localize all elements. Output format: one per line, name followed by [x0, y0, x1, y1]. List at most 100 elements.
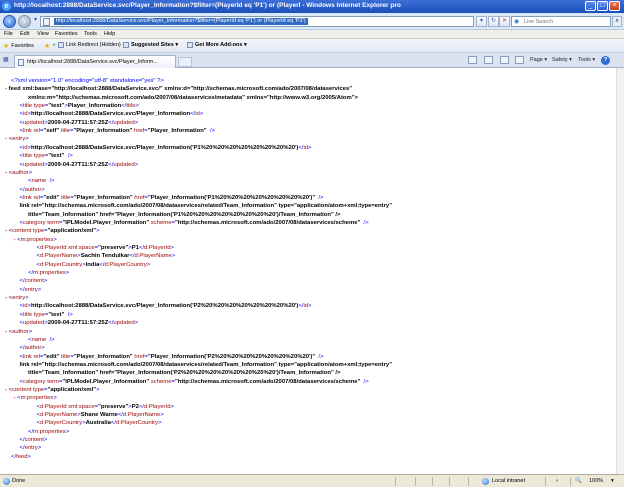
new-tab-button[interactable]	[178, 57, 192, 67]
page-icon	[43, 18, 50, 26]
xml-line: </content>	[19, 278, 48, 285]
stop-button[interactable]: ✕	[499, 16, 510, 27]
safety-menu-button[interactable]: Safety ▾	[552, 57, 572, 63]
favorites-star-icon: ★	[3, 43, 10, 50]
home-icon[interactable]	[468, 56, 477, 64]
back-button[interactable]: ‹	[3, 15, 16, 28]
xml-line: <link rel="edit" title="Player_Informati…	[19, 353, 324, 360]
quick-tabs-icon[interactable]: ▦	[3, 56, 12, 63]
xml-line: </author>	[19, 186, 45, 193]
xml-collapsible-line[interactable]: - <m:properties>	[14, 395, 57, 402]
menu-tools[interactable]: Tools	[84, 31, 97, 37]
search-input[interactable]	[524, 18, 606, 26]
xml-collapsible-line[interactable]: - <entry>	[5, 136, 29, 143]
tab-active[interactable]: http://localhost:2888/DataService.svc/Pl…	[14, 55, 176, 68]
address-url[interactable]: http://localhost:2888/DataService.svc/Pl…	[54, 18, 308, 25]
xml-collapsible-line[interactable]: - <m:properties>	[14, 237, 57, 244]
xml-line: <id>http://localhost:2888/DataService.sv…	[19, 303, 312, 310]
suggested-sites-button[interactable]: Suggested Sites ▾	[123, 42, 178, 48]
xml-line: <category term="IPLModel.Player_Informat…	[19, 219, 369, 226]
close-button[interactable]: ×	[609, 1, 620, 11]
xml-line: title="Team_Information" href="Player_In…	[28, 211, 341, 218]
maximize-button[interactable]: □	[597, 1, 608, 11]
tab-row: ▦ http://localhost:2888/DataService.svc/…	[0, 53, 624, 68]
menu-edit[interactable]: Edit	[20, 31, 29, 37]
favorite-link-redirect-label: Link Redirect (Hidden)	[66, 42, 121, 48]
addons-icon	[187, 42, 193, 48]
menu-file[interactable]: File	[4, 31, 13, 37]
xml-line: <name />	[28, 336, 55, 343]
tools-menu-button[interactable]: Tools ▾	[578, 57, 595, 63]
internet-explorer-icon: e	[2, 2, 11, 11]
xml-collapsible-line[interactable]: - <entry>	[5, 295, 29, 302]
minimize-button[interactable]: _	[585, 1, 596, 11]
link-page-icon	[58, 42, 64, 48]
xml-line: <d:PlayerId xml:space="preserve">P1</d:P…	[36, 245, 175, 251]
refresh-button[interactable]: ↻	[488, 16, 499, 27]
favorite-link-redirect[interactable]: Link Redirect (Hidden)	[58, 42, 121, 48]
local-intranet-globe-icon	[482, 478, 489, 485]
suggested-sites-icon	[123, 42, 129, 48]
xml-line: <link rel="edit" title="Player_Informati…	[19, 194, 324, 201]
protected-mode-icon: ◐	[556, 478, 560, 484]
get-more-addons-label: Get More Add-ons ▾	[195, 42, 247, 48]
menu-help[interactable]: Help	[104, 31, 115, 37]
xml-line: </feed>	[11, 453, 31, 460]
xml-line: <?xml version="1.0" encoding="utf-8" sta…	[11, 78, 164, 84]
xml-line: <d:PlayerCountry>Australia</d:PlayerCoun…	[36, 420, 162, 427]
xml-line: <d:PlayerId xml:space="preserve">P2</d:P…	[36, 403, 175, 410]
vertical-scrollbar[interactable]	[616, 68, 624, 474]
xml-collapsible-line[interactable]: - feed xml:base="http://localhost:2888/D…	[5, 86, 352, 93]
recent-pages-dropdown[interactable]: ▾	[32, 16, 39, 27]
xml-collapsible-line[interactable]: - <content type="application/xml">	[5, 387, 100, 394]
xml-line: </content>	[19, 437, 48, 444]
xml-line: <d:PlayerCountry>India</d:PlayerCountry>	[36, 261, 151, 268]
tab-page-icon	[18, 59, 24, 66]
status-text: Done	[12, 478, 26, 484]
zoom-dropdown-icon[interactable]: ▾	[611, 478, 614, 484]
status-separator	[468, 477, 469, 486]
read-mail-icon[interactable]	[500, 56, 509, 64]
print-icon[interactable]	[515, 56, 524, 64]
xml-document-view: <?xml version="1.0" encoding="utf-8" sta…	[0, 68, 624, 474]
xml-collapsible-line[interactable]: - <content type="application/xml">	[5, 228, 100, 235]
page-menu-button[interactable]: Page ▾	[530, 57, 547, 63]
menu-bar: File Edit View Favorites Tools Help	[0, 30, 624, 39]
status-separator	[545, 477, 546, 486]
xml-line: <title type="text">Player_Information</t…	[19, 103, 139, 110]
xml-line: </m:properties>	[28, 270, 70, 277]
address-dropdown-button[interactable]: ▾	[476, 16, 487, 27]
zoom-icon: 🔍	[575, 478, 582, 484]
help-icon[interactable]: ?	[601, 56, 610, 65]
menu-view[interactable]: View	[37, 31, 49, 37]
get-more-addons-button[interactable]: Get More Add-ons ▾	[187, 42, 247, 48]
favorites-label: Favorites	[11, 43, 34, 49]
search-icon[interactable]: ⌕	[612, 16, 622, 27]
favorites-button[interactable]: ★ Favorites	[3, 42, 34, 50]
xml-line: link rel="http://schemas.microsoft.com/a…	[19, 361, 392, 368]
add-favorite-star-icon: ★	[44, 43, 51, 50]
xml-line: </entry>	[19, 445, 42, 452]
add-favorites-button[interactable]: ★ +	[44, 42, 56, 50]
status-bar: Done Local intranet ◐ 🔍 100% ▾	[0, 474, 624, 487]
xml-line: <updated>2009-04-27T11:57:25Z</updated>	[19, 119, 139, 126]
xml-collapsible-line[interactable]: - <author>	[5, 329, 32, 336]
security-zone[interactable]: Local intranet	[492, 478, 525, 484]
status-separator	[395, 477, 396, 486]
navigation-bar: ‹ › ▾ http://localhost:2888/DataService.…	[0, 13, 624, 30]
address-bar[interactable]: http://localhost:2888/DataService.svc/Pl…	[40, 16, 474, 27]
favorites-bar: ★ Favorites ★ + Link Redirect (Hidden) S…	[0, 39, 624, 53]
zoom-level[interactable]: 100%	[589, 478, 603, 484]
status-separator	[570, 477, 571, 486]
feeds-icon[interactable]	[484, 56, 493, 64]
forward-button[interactable]: ›	[18, 15, 31, 28]
xml-line: <d:PlayerName>Sachin Tendulkar</d:Player…	[36, 253, 176, 260]
xml-line: </author>	[19, 345, 45, 352]
xml-collapsible-line[interactable]: - <author>	[5, 170, 32, 177]
xml-line: </m:properties>	[28, 428, 70, 435]
live-search-logo-icon: ◉	[514, 19, 520, 25]
tab-label: http://localhost:2888/DataService.svc/Pl…	[27, 59, 158, 65]
menu-favorites[interactable]: Favorites	[55, 31, 78, 37]
xml-line: <updated>2009-04-27T11:57:25Z</updated>	[19, 320, 139, 327]
search-box[interactable]: ◉	[511, 16, 611, 27]
